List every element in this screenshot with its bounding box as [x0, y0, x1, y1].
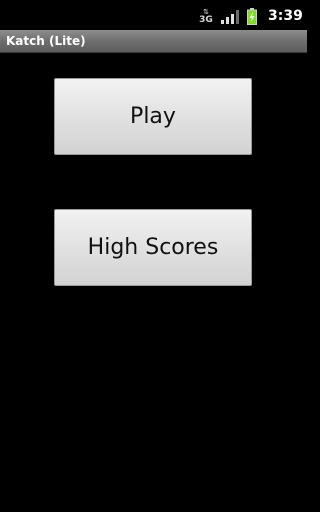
status-clock: 3:39 [268, 8, 303, 24]
status-bar: ⇅ 3G 3:39 [0, 0, 307, 30]
signal-strength-icon [221, 10, 239, 24]
network-type-label: 3G [199, 15, 213, 25]
battery-charging-icon [247, 8, 257, 25]
app-screen: ⇅ 3G 3:39 Katch (Lite) Play High Scores [0, 0, 307, 512]
title-bar: Katch (Lite) [0, 30, 307, 53]
high-scores-button[interactable]: High Scores [54, 209, 252, 286]
play-button[interactable]: Play [54, 78, 252, 155]
network-3g-icon: ⇅ 3G [199, 8, 213, 26]
app-title: Katch (Lite) [6, 34, 86, 48]
